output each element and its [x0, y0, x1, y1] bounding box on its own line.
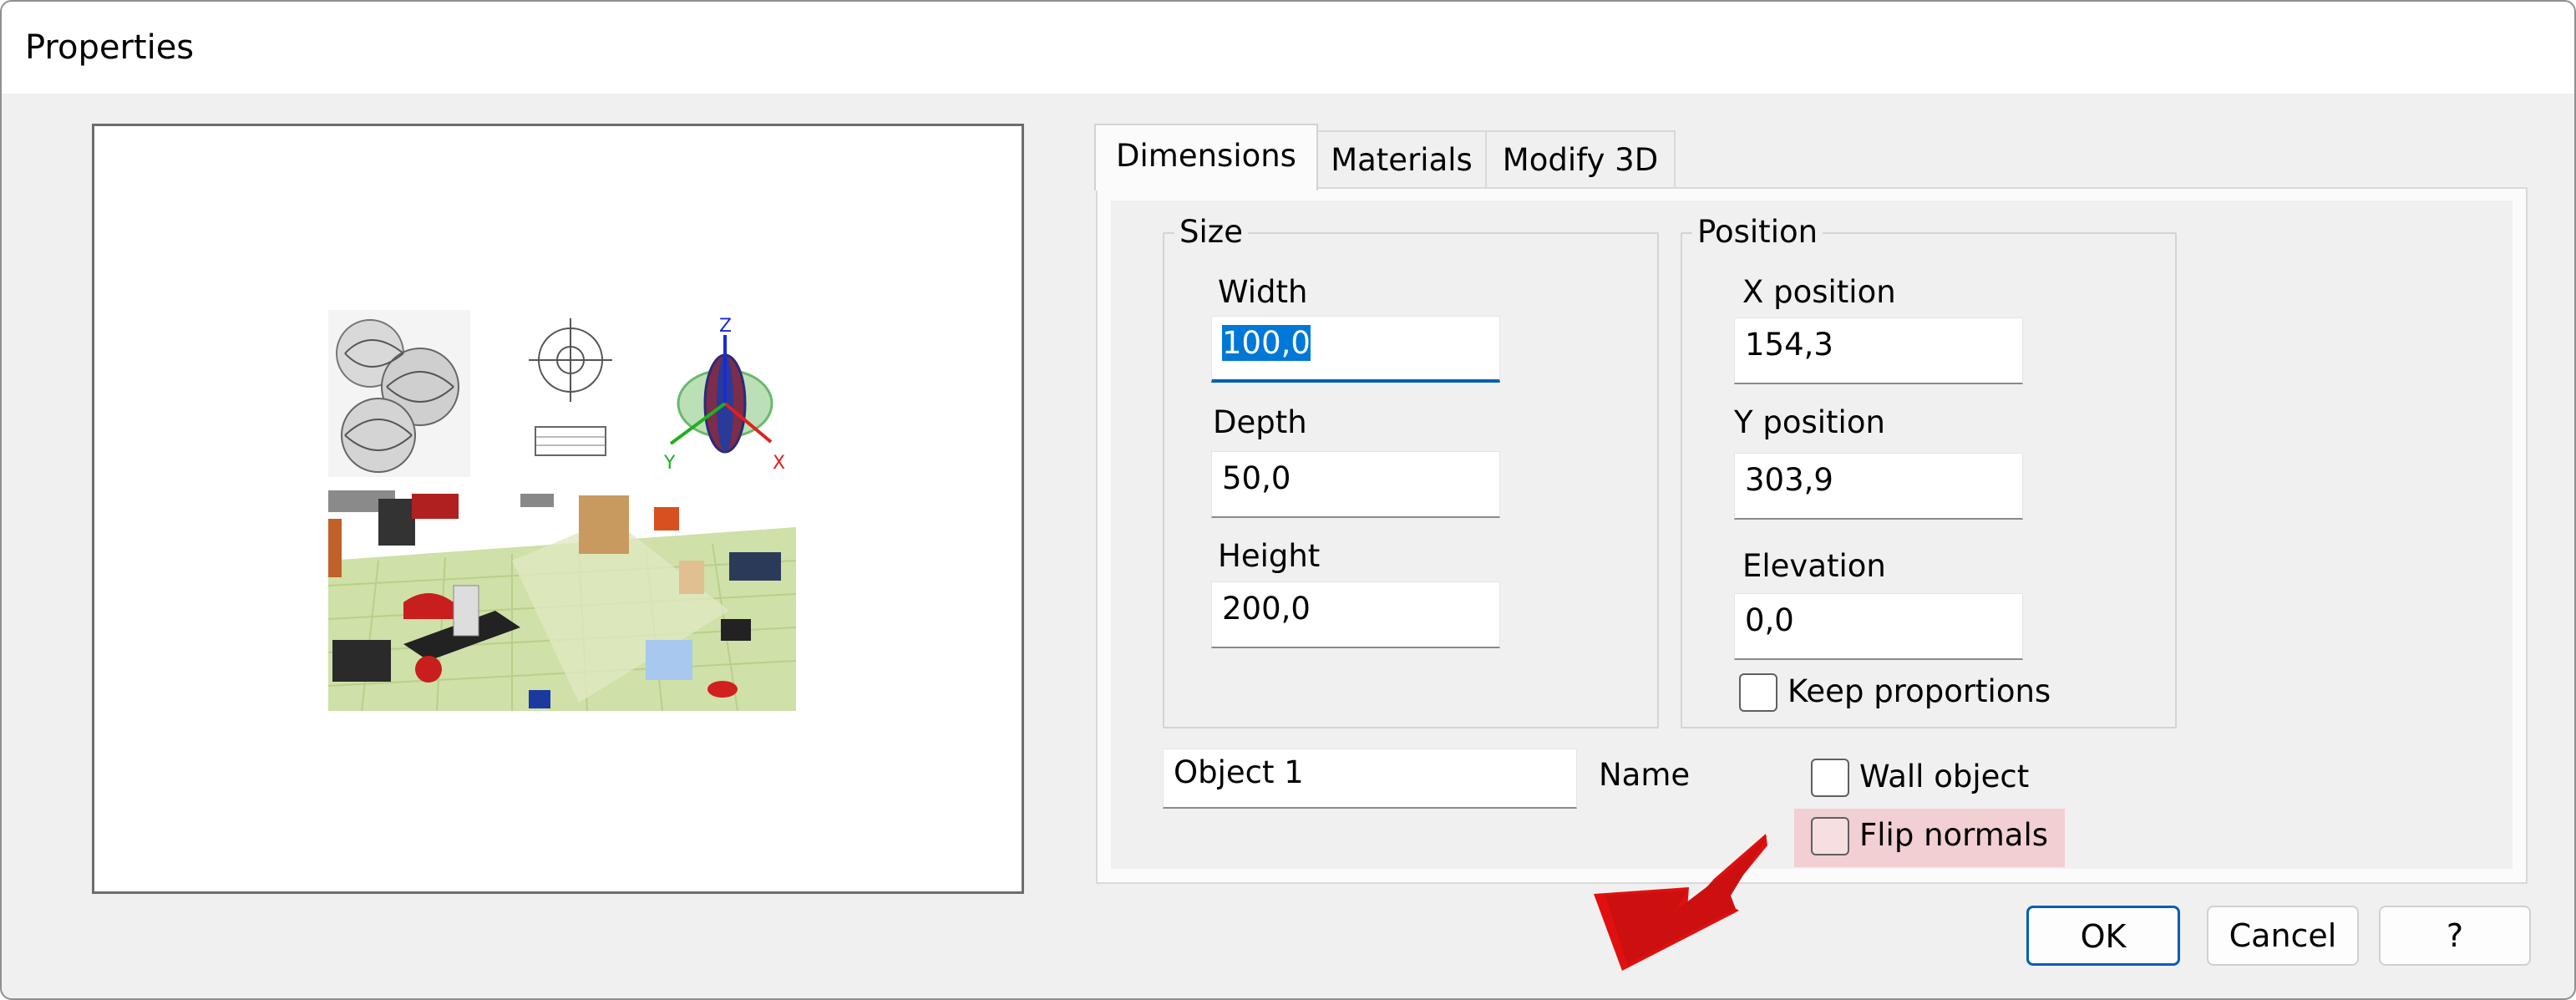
mesh-spheres-illustration: [328, 310, 470, 477]
cancel-button[interactable]: Cancel: [2207, 906, 2359, 966]
width-input-value: 100,0: [1222, 325, 1311, 361]
width-label: Width: [1218, 274, 1308, 310]
axis-label-y: Y: [663, 453, 676, 474]
name-label: Name: [1599, 757, 1691, 793]
position-group-label: Position: [1692, 216, 1823, 249]
ok-button[interactable]: OK: [2026, 906, 2180, 966]
axis-label-x: X: [773, 453, 785, 474]
wall-object-label: Wall object: [1859, 759, 2030, 794]
window-title: Properties: [25, 28, 195, 67]
y-position-label: Y position: [1734, 404, 1885, 440]
depth-label: Depth: [1213, 404, 1307, 440]
depth-input[interactable]: 50,0: [1211, 451, 1500, 518]
red-arrow-icon: [1594, 834, 1767, 971]
keep-proportions-box[interactable]: [1739, 673, 1777, 712]
title-bar: Properties: [2, 2, 2574, 94]
x-position-label: X position: [1742, 274, 1896, 310]
keep-proportions-label: Keep proportions: [1787, 673, 2051, 709]
height-label: Height: [1218, 538, 1321, 574]
name-input[interactable]: Object 1: [1163, 749, 1577, 809]
flip-normals-checkbox[interactable]: Flip normals: [1811, 814, 2061, 864]
keep-proportions-checkbox[interactable]: Keep proportions: [1739, 670, 2073, 720]
x-position-input[interactable]: 154,3: [1734, 317, 2023, 384]
object-library-thumbnail: Z Y X: [328, 310, 796, 711]
help-button[interactable]: ?: [2379, 906, 2531, 966]
tab-modify-3d[interactable]: Modify 3D: [1485, 130, 1676, 189]
tab-materials[interactable]: Materials: [1315, 130, 1488, 189]
flip-normals-label: Flip normals: [1859, 817, 2049, 853]
wall-object-checkbox[interactable]: Wall object: [1811, 755, 2061, 805]
axis-label-z: Z: [719, 316, 732, 337]
height-input[interactable]: 200,0: [1211, 581, 1500, 648]
wall-object-box[interactable]: [1811, 759, 1849, 797]
elevation-label: Elevation: [1742, 548, 1886, 584]
width-input[interactable]: 100,0: [1211, 316, 1500, 383]
size-group-label: Size: [1174, 216, 1248, 249]
properties-dialog: Properties Z Y X Dimensions Materials Mo…: [0, 0, 2576, 1000]
furniture-collage-illustration: [328, 490, 796, 711]
flip-normals-box[interactable]: [1811, 817, 1849, 855]
y-position-input[interactable]: 303,9: [1734, 453, 2023, 520]
object-preview: Z Y X: [92, 124, 1024, 894]
elevation-input[interactable]: 0,0: [1734, 593, 2023, 660]
axis-gizmo-illustration: Z Y X: [663, 316, 785, 474]
tab-dimensions[interactable]: Dimensions: [1094, 124, 1318, 190]
technical-drawing-illustration: [529, 318, 612, 456]
